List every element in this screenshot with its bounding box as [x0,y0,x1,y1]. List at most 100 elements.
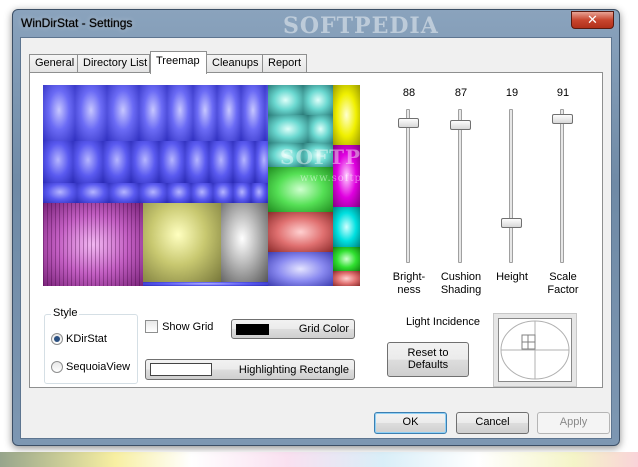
scale-factor-label: Scale Factor [530,271,596,297]
treemap-tile [143,282,268,286]
height-thumb[interactable] [501,217,522,228]
treemap-tab-panel: SOFTPEDIA www.softpedia.com 88 Bright- n… [29,72,603,388]
show-grid-checkbox[interactable] [145,320,158,333]
reset-defaults-button[interactable]: Reset to Defaults [387,342,469,377]
treemap-tile [251,183,267,203]
treemap-tile-red [333,271,360,286]
highlight-color-swatch [150,363,212,376]
treemap-tile-cyan [308,115,333,143]
treemap-tile [217,85,241,141]
treemap-tile [139,183,167,203]
show-grid-checkbox-row[interactable]: Show Grid [145,320,213,333]
treemap-tile [191,183,213,203]
treemap-tile [213,183,233,203]
brightness-slider-group: 88 Bright- ness [386,83,432,303]
treemap-tile-red [268,212,333,252]
scale-factor-thumb[interactable] [552,113,573,124]
cushion-shading-label-line2: Shading [440,284,482,296]
dialog-client-area: General Directory List Treemap Cleanups … [20,37,612,439]
settings-window: WinDirStat - Settings ✕ SOFTPEDIA Genera… [12,9,620,446]
treemap-tile-gray [221,203,268,282]
cushion-shading-track[interactable] [458,109,462,263]
reset-label-line1: Reset to [407,347,449,359]
treemap-preview [43,85,360,286]
highlighting-rectangle-label: Highlighting Rectangle [238,364,349,376]
treemap-tile [77,183,109,203]
cancel-button[interactable]: Cancel [456,412,529,434]
treemap-tile-olive [143,203,221,282]
height-slider-group: 19 Height [489,83,535,303]
cushion-shading-thumb[interactable] [450,119,471,130]
treemap-tile-cyan [268,115,308,143]
radio-kdirstat-button[interactable] [51,333,63,346]
radio-sequoiaview-button[interactable] [51,361,63,374]
scale-factor-label-line2: Factor [547,284,579,296]
reset-label-line2: Defaults [407,359,449,371]
brightness-thumb[interactable] [398,118,419,129]
brightness-track[interactable] [406,109,410,263]
style-group-title: Style [51,307,80,319]
treemap-tile [167,85,193,141]
height-label-line1: Height [496,271,528,283]
treemap-tile-yellow [333,85,360,145]
treemap-tile-cyan [268,85,303,115]
treemap-tile [43,141,73,183]
treemap-tile-cyan [303,143,333,167]
height-track[interactable] [509,109,513,263]
tab-cleanups[interactable]: Cleanups [206,54,263,73]
height-value: 19 [505,87,519,99]
close-icon: ✕ [587,12,598,27]
brightness-value: 88 [402,87,416,99]
title-bar[interactable]: WinDirStat - Settings ✕ [13,10,619,36]
apply-button[interactable]: Apply [537,412,610,434]
treemap-tile [43,183,77,203]
light-incidence-icon [500,320,570,380]
treemap-tile-aqua [333,207,360,247]
light-incidence-area[interactable] [498,318,572,382]
tab-directory-list[interactable]: Directory List [77,54,150,73]
window-title: WinDirStat - Settings [21,16,133,30]
treemap-tile [43,85,75,141]
radio-kdirstat[interactable]: KDirStat [51,333,107,347]
treemap-tile [241,85,265,141]
treemap-tile-pink [43,203,143,286]
treemap-tile-green [268,167,333,212]
style-groupbox: Style KDirStat SequoiaView [44,307,138,384]
treemap-tile [193,85,217,141]
tab-report[interactable]: Report [262,54,307,73]
scale-factor-value: 91 [556,87,570,99]
grid-color-swatch [236,324,269,335]
treemap-tile [131,141,159,183]
radio-kdirstat-label: KDirStat [66,333,107,346]
treemap-tile-lightgreen [333,247,360,271]
light-incidence-label: Light Incidence [406,316,480,328]
treemap-tile [233,141,255,183]
cushion-shading-slider-group: 87 Cushion Shading [438,83,484,303]
grid-color-button[interactable]: Grid Color [231,319,355,339]
treemap-tile-cyan [268,143,303,167]
treemap-tile-cyan [303,85,333,115]
tab-treemap[interactable]: Treemap [150,51,207,74]
treemap-tile [75,85,107,141]
close-button[interactable]: ✕ [571,11,614,29]
scale-factor-track[interactable] [560,109,564,263]
background-strip [0,452,638,467]
treemap-tile [107,85,139,141]
treemap-tile [167,183,191,203]
treemap-tile [139,85,167,141]
treemap-tile [103,141,131,183]
brightness-label-line2: ness [397,284,421,296]
treemap-tile [109,183,139,203]
cushion-shading-value: 87 [454,87,468,99]
grid-color-label: Grid Color [298,323,349,335]
treemap-tile [233,183,251,203]
cushion-shading-label-line1: Cushion [440,271,482,283]
radio-sequoiaview[interactable]: SequoiaView [51,361,130,375]
brightness-label-line1: Bright- [392,271,426,283]
tab-general[interactable]: General [29,54,78,73]
light-incidence-control[interactable] [493,313,577,387]
treemap-tile [209,141,233,183]
ok-button[interactable]: OK [374,412,447,434]
treemap-tile-magenta [333,145,360,207]
highlighting-rectangle-button[interactable]: Highlighting Rectangle [145,359,355,380]
